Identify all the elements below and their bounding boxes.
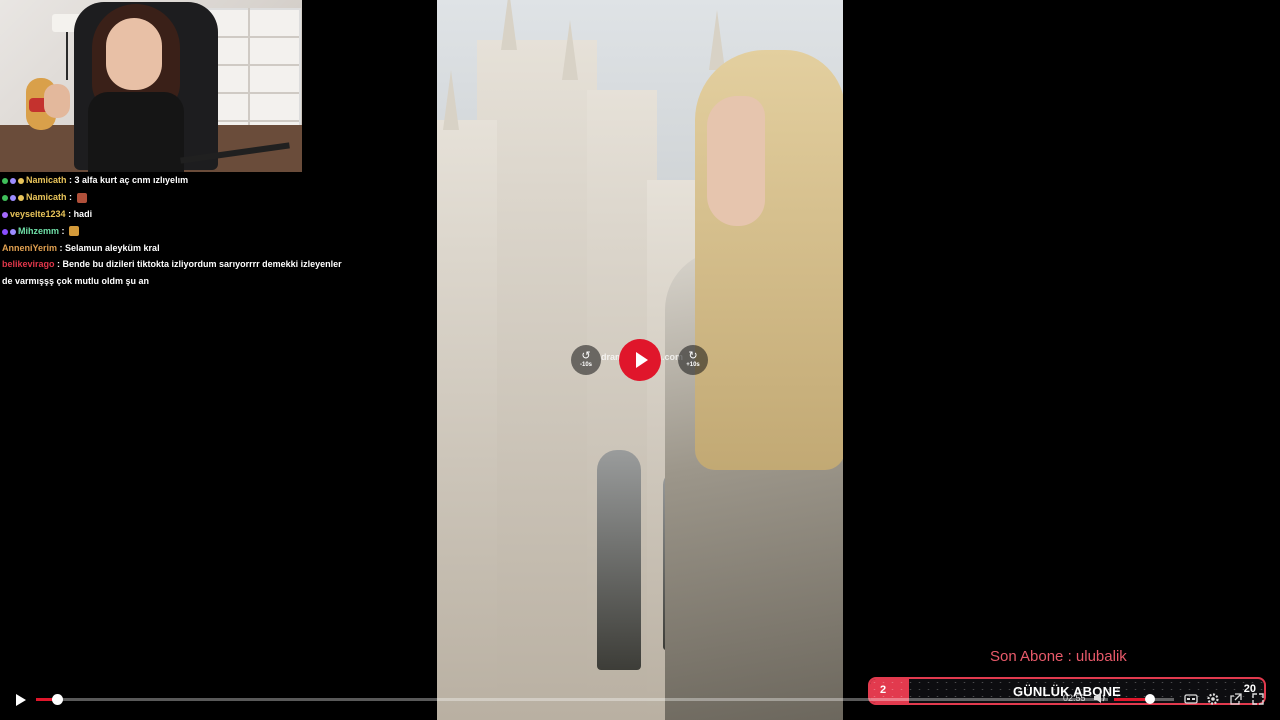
chat-username[interactable]: Namicath: [26, 192, 67, 202]
chat-separator: :: [54, 259, 63, 269]
chat-message-text: hadi: [73, 208, 93, 219]
chat-message: Namicath : 3 alfa kurt aç cnm ızlıyelım: [2, 172, 342, 189]
play-icon: [16, 694, 26, 706]
bookshelf-divider: [248, 8, 250, 128]
chat-message-text: 3 alfa kurt aç cnm ızlıyelım: [74, 175, 189, 185]
chat-username[interactable]: Mihzemm: [18, 226, 59, 236]
rewind-10-button[interactable]: ↺ -10s: [571, 345, 601, 375]
play-icon: [635, 352, 648, 368]
chat-badge-icon: [2, 211, 8, 218]
webcam-overlay: [0, 0, 302, 172]
chat-username[interactable]: AnneniYerim: [2, 243, 57, 253]
captions-icon[interactable]: [1184, 692, 1198, 706]
chat-badge-icon: [10, 178, 16, 184]
chat-message: Namicath :: [2, 189, 342, 206]
cathedral-tower: [437, 120, 497, 720]
seek-bar-thumb[interactable]: [52, 694, 64, 705]
lamp-pole: [66, 32, 68, 80]
last-subscriber-text: Son Abone : ulubalik: [990, 648, 1127, 665]
cathedral-spire: [501, 0, 517, 50]
fullscreen-icon[interactable]: [1251, 692, 1265, 706]
chat-badge-icon: [18, 194, 24, 201]
chat-emote-icon: [69, 226, 80, 237]
chat-badges: [2, 223, 18, 240]
chat-emote-icon: [76, 192, 87, 203]
chat-badges: [2, 172, 26, 189]
armored-guard: [597, 450, 641, 670]
streamer-hand: [44, 84, 70, 118]
chat-username[interactable]: Namicath: [26, 175, 67, 185]
chat-message-text: Selamun aleyküm kral: [65, 242, 160, 253]
chat-separator: :: [65, 208, 74, 219]
rewind-label: -10s: [579, 362, 592, 368]
chat-separator: :: [57, 242, 66, 253]
chat-message: belikevirago : Bende bu dizileri tiktokt…: [2, 256, 342, 289]
chat-separator: :: [66, 191, 75, 202]
chat-badge-icon: [2, 228, 8, 235]
play-button[interactable]: [12, 691, 30, 709]
volume-thumb[interactable]: [1145, 694, 1155, 704]
volume-slider[interactable]: [1114, 694, 1174, 704]
rewind-icon: ↺: [581, 350, 591, 362]
chat-badges: [2, 189, 26, 206]
chat-overlay: Namicath : 3 alfa kurt aç cnm ızlıyelım N…: [2, 172, 342, 289]
chat-separator: :: [59, 225, 68, 236]
settings-icon[interactable]: [1206, 692, 1220, 706]
streamer-face: [106, 18, 162, 90]
bookshelf: [205, 8, 301, 132]
forward-label: +10s: [686, 362, 700, 368]
elf-face: [707, 96, 765, 226]
chat-separator: :: [66, 175, 75, 185]
forward-icon: ↻: [688, 350, 698, 362]
streamer-body: [88, 92, 184, 172]
seek-bar[interactable]: [36, 694, 1108, 705]
picture-in-picture-icon[interactable]: [1229, 692, 1243, 706]
cathedral-spire: [709, 10, 725, 70]
cathedral-spire: [443, 70, 459, 130]
chat-badge-icon: [10, 228, 16, 235]
chat-badge-icon: [2, 178, 8, 184]
chat-username[interactable]: veyselte1234: [10, 209, 66, 219]
forward-10-button[interactable]: ↻ +10s: [678, 345, 708, 375]
chat-message: AnneniYerim : Selamun aleyküm kral: [2, 240, 342, 257]
chat-badge-icon: [18, 178, 24, 184]
cathedral-spire: [562, 20, 578, 80]
chat-message: Mihzemm :: [2, 223, 342, 240]
chat-username[interactable]: belikevirago: [2, 259, 55, 269]
center-play-button[interactable]: [619, 339, 661, 381]
chat-badge-icon: [2, 194, 8, 201]
chat-badges: [2, 206, 10, 223]
chat-badge-icon: [10, 194, 16, 201]
chat-message: veyselte1234 : hadi: [2, 206, 342, 223]
time-display: 02:55: [1063, 693, 1086, 703]
volume-icon[interactable]: [1093, 692, 1107, 704]
